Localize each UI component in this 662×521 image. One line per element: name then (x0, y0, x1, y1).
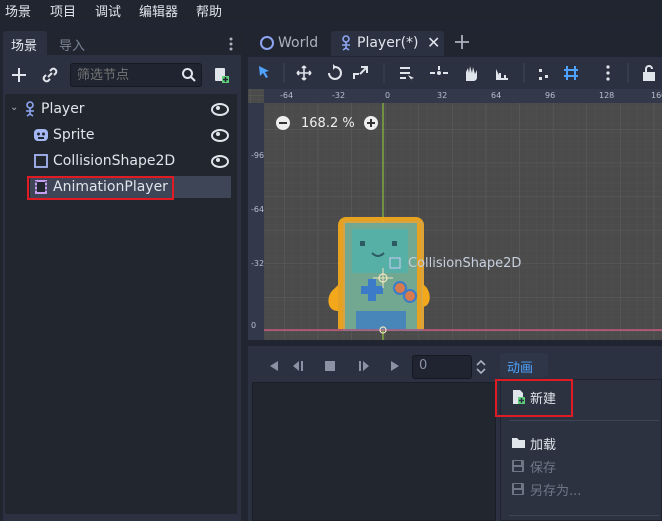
collision-shape-label: CollisionShape2D (408, 256, 522, 271)
list-select-icon (400, 67, 414, 81)
tree-item-sprite[interactable]: Sprite (5, 124, 237, 146)
sprite-icon (33, 127, 49, 147)
menu-project[interactable]: 项目 (50, 1, 76, 20)
visibility-eye-icon[interactable] (211, 129, 229, 142)
snap-grid-icon (564, 66, 578, 80)
scene-tree: ⌄ Player Sprite CollisionShape2D Animati… (5, 94, 237, 514)
ruler-tick: 0 (385, 91, 391, 100)
animation-menu-button[interactable]: 动画 (500, 353, 548, 377)
play-from-start-icon (359, 361, 369, 371)
menu-item-save-as: 另存为... (501, 478, 662, 500)
ruler-tick: 160 (651, 91, 662, 100)
scale-tool-icon (353, 66, 368, 79)
ruler-tick: -32 (332, 91, 346, 100)
ruler-left: -96 -64 -32 0 (248, 103, 264, 340)
tree-item-collisionshape2d[interactable]: CollisionShape2D (5, 150, 237, 172)
dock-menu-icon[interactable] (228, 36, 234, 52)
tab-world[interactable]: World (250, 31, 328, 55)
add-node-icon[interactable] (10, 66, 28, 84)
ruler-tool-icon (496, 69, 508, 80)
tab-player[interactable]: Player(*) ✕ (331, 31, 444, 56)
tab-import-label: 导入 (59, 39, 86, 54)
menu-separator (509, 420, 659, 421)
frame-spinbox[interactable]: 0 (412, 355, 472, 379)
menubar: 场景 项目 调试 编辑器 帮助 (0, 0, 662, 20)
frame-value: 0 (419, 358, 428, 373)
ruler-tick: -64 (251, 205, 265, 214)
link-icon[interactable] (41, 66, 59, 84)
snap-smart-icon (539, 69, 548, 80)
kinematic-body-icon (22, 101, 38, 121)
menu-scene[interactable]: 场景 (5, 1, 31, 20)
kinematic-body-icon (338, 35, 354, 55)
chevron-down-icon[interactable]: ⌄ (10, 102, 18, 113)
save-icon (511, 482, 525, 500)
close-icon[interactable]: ✕ (427, 33, 440, 52)
node-circle-icon (260, 36, 274, 50)
zoom-level[interactable]: 168.2 % (301, 116, 355, 131)
menu-item-load[interactable]: 加载 (501, 432, 662, 454)
menu-editor[interactable]: 编辑器 (139, 1, 178, 20)
zoom-in-icon[interactable] (364, 116, 378, 130)
ruler-tick: 128 (599, 91, 615, 100)
tab-world-label: World (278, 35, 319, 51)
collision-shape-icon (33, 153, 49, 173)
save-icon (511, 459, 525, 477)
menu-help[interactable]: 帮助 (196, 1, 222, 20)
menu-item-save: 保存 (501, 455, 662, 477)
select-tool-icon (259, 66, 269, 78)
lock-icon (643, 65, 655, 81)
rotate-tool-icon (328, 64, 342, 80)
new-tab-icon[interactable] (453, 33, 471, 51)
ruler-tick: -96 (251, 151, 265, 160)
ruler-tick: -64 (280, 91, 294, 100)
player-sprite (328, 217, 430, 329)
play-backward-icon (270, 361, 278, 371)
tab-scene[interactable]: 场景 (3, 31, 47, 55)
play-icon (391, 361, 399, 371)
ruler-tick: 96 (545, 91, 556, 100)
menu-debug[interactable]: 调试 (95, 1, 121, 20)
spin-arrows-icon[interactable] (474, 358, 488, 376)
tab-player-label: Player(*) (357, 35, 419, 51)
tree-label-player: Player (41, 101, 85, 117)
ruler-tick: 32 (437, 91, 448, 100)
menu-separator (509, 515, 659, 516)
menu-item-load-label: 加载 (530, 438, 557, 453)
menu-item-save-label: 保存 (530, 461, 557, 476)
zoom-out-icon[interactable] (276, 116, 290, 130)
play-backward-from-end-icon (293, 361, 303, 371)
tab-scene-label: 场景 (11, 39, 38, 54)
canvas-toolbar (248, 57, 662, 89)
tree-label-collisionshape2d: CollisionShape2D (53, 153, 176, 169)
annotation-highlight-box (495, 379, 573, 417)
pan-tool-icon (466, 66, 477, 82)
animation-track-area[interactable] (252, 382, 496, 521)
stop-icon (325, 361, 335, 371)
ruler-tick: -32 (251, 259, 265, 268)
tree-label-sprite: Sprite (53, 127, 95, 143)
visibility-eye-icon[interactable] (211, 103, 229, 116)
playback-controls (270, 361, 399, 371)
folder-icon (511, 436, 526, 453)
more-options-icon (606, 65, 610, 81)
ruler-tick: 0 (251, 321, 257, 330)
pivot-icon (430, 66, 448, 75)
attach-script-icon[interactable] (212, 66, 230, 84)
animation-menu-label: 动画 (507, 361, 534, 376)
visibility-eye-icon[interactable] (211, 155, 229, 168)
search-icon (181, 67, 197, 83)
canvas-viewport[interactable]: CollisionShape2D 168.2 % (248, 89, 662, 340)
annotation-highlight-box (27, 176, 174, 200)
ruler-top: -64 -32 0 32 64 96 128 160 (264, 89, 662, 103)
move-tool-icon (296, 65, 312, 81)
tree-item-player[interactable]: ⌄ Player (5, 98, 237, 120)
menu-item-save-as-label: 另存为... (530, 484, 582, 499)
ruler-tick: 64 (491, 91, 502, 100)
toolbar-icons (259, 63, 655, 83)
